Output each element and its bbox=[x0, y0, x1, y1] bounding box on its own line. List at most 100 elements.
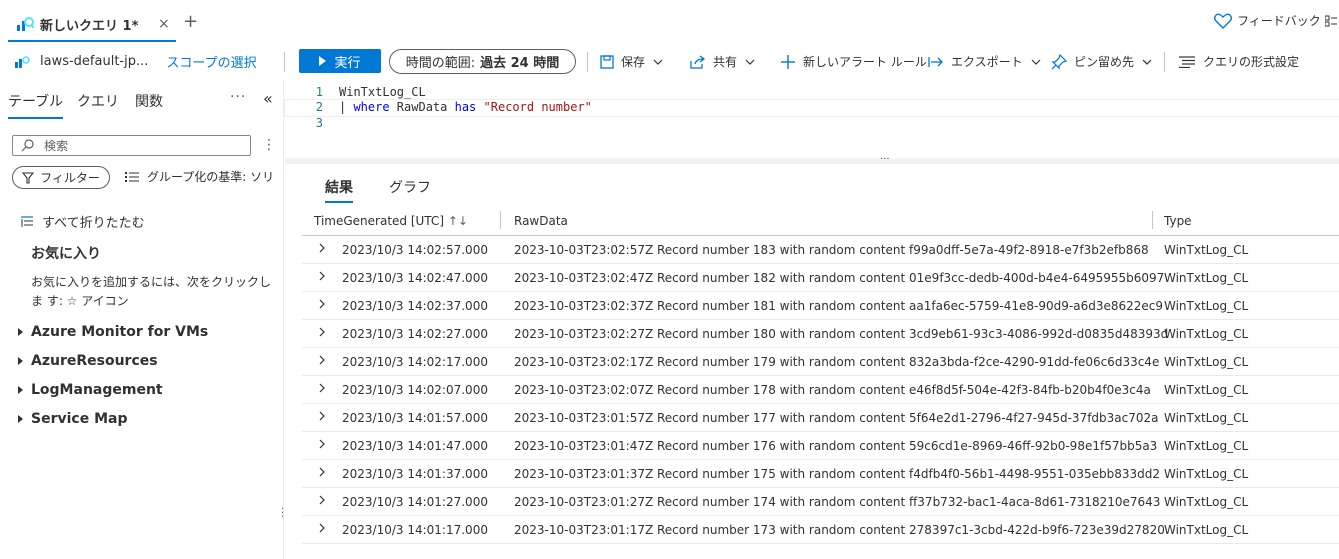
chevron-right-icon[interactable] bbox=[318, 326, 326, 338]
chevron-right-icon[interactable] bbox=[318, 382, 326, 394]
table-row[interactable]: 2023/10/3 14:01:57.000 2023-10-03T23:01:5… bbox=[302, 404, 1339, 432]
query-toolbar: laws-default-jp... スコープの選択 実行 時間の範囲: 過去 … bbox=[0, 44, 1339, 80]
collapse-sidebar-icon[interactable]: « bbox=[263, 89, 273, 108]
tab-tables[interactable]: テーブル bbox=[8, 91, 64, 119]
tree-item-label: Azure Monitor for VMs bbox=[31, 324, 209, 340]
table-row[interactable]: 2023/10/3 14:01:47.000 2023-10-03T23:01:4… bbox=[302, 432, 1339, 460]
tab-chart[interactable]: グラフ bbox=[389, 177, 431, 197]
chevron-down-icon bbox=[653, 59, 663, 65]
chevron-down-icon bbox=[745, 59, 755, 65]
workspace-icon bbox=[15, 55, 30, 68]
table-row[interactable]: 2023/10/3 14:02:07.000 2023-10-03T23:02:0… bbox=[302, 376, 1339, 404]
cell-rawdata: 2023-10-03T23:01:57Z Record number 177 w… bbox=[514, 411, 1159, 425]
table-row[interactable]: 2023/10/3 14:02:27.000 2023-10-03T23:02:2… bbox=[302, 320, 1339, 348]
search-options-icon[interactable]: ⋮ bbox=[262, 137, 276, 153]
cell-rawdata: 2023-10-03T23:02:57Z Record number 183 w… bbox=[514, 243, 1149, 257]
cell-type: WinTxtLog_CL bbox=[1164, 411, 1249, 425]
log-analytics-icon bbox=[17, 17, 34, 31]
column-resize-handle[interactable] bbox=[500, 211, 501, 229]
chevron-right-icon[interactable] bbox=[318, 354, 326, 366]
expand-caret-icon bbox=[18, 415, 23, 423]
column-header-rawdata[interactable]: RawData bbox=[514, 214, 568, 228]
chevron-right-icon[interactable] bbox=[318, 522, 326, 534]
cell-timegenerated: 2023/10/3 14:01:27.000 bbox=[342, 495, 488, 509]
cell-type: WinTxtLog_CL bbox=[1164, 439, 1249, 453]
table-row[interactable]: 2023/10/3 14:02:17.000 2023-10-03T23:02:1… bbox=[302, 348, 1339, 376]
editor-line: 3 bbox=[285, 116, 1339, 132]
tree-item-service-map[interactable]: Service Map bbox=[18, 411, 127, 427]
save-button[interactable]: 保存 bbox=[600, 53, 663, 70]
time-range-value: 過去 24 時間 bbox=[480, 56, 560, 71]
table-row[interactable]: 2023/10/3 14:02:57.000 2023-10-03T23:02:5… bbox=[302, 236, 1339, 264]
sidebar-resize-handle[interactable]: · · · bbox=[281, 505, 285, 523]
cell-type: WinTxtLog_CL bbox=[1164, 383, 1249, 397]
run-button[interactable]: 実行 bbox=[299, 49, 381, 73]
column-header-timegenerated[interactable]: TimeGenerated [UTC] ↑↓ bbox=[314, 214, 468, 228]
collapse-all-label: すべて折りたたむ bbox=[42, 216, 145, 231]
scope-selector[interactable]: laws-default-jp... スコープの選択 bbox=[14, 52, 257, 71]
group-by-button[interactable]: グループ化の基準: ソリュ- bbox=[125, 168, 275, 185]
cell-type: WinTxtLog_CL bbox=[1164, 467, 1249, 481]
chevron-right-icon[interactable] bbox=[318, 466, 326, 478]
table-row[interactable]: 2023/10/3 14:01:27.000 2023-10-03T23:01:2… bbox=[302, 488, 1339, 516]
column-resize-handle[interactable] bbox=[1152, 211, 1153, 229]
column-header-type[interactable]: Type bbox=[1164, 214, 1192, 228]
table-row[interactable]: 2023/10/3 14:02:47.000 2023-10-03T23:02:4… bbox=[302, 264, 1339, 292]
list-icon bbox=[125, 171, 139, 182]
tree-item-azure-resources[interactable]: AzureResources bbox=[18, 353, 158, 369]
sidebar-tabs: テーブル クエリ 関数 ··· « bbox=[0, 80, 284, 119]
editor-line: 1 WinTxtLog_CL bbox=[285, 85, 1339, 101]
format-query-button[interactable]: クエリの形式設定 bbox=[1178, 53, 1299, 70]
chevron-right-icon[interactable] bbox=[318, 494, 326, 506]
cell-timegenerated: 2023/10/3 14:02:37.000 bbox=[342, 299, 488, 313]
cell-timegenerated: 2023/10/3 14:02:27.000 bbox=[342, 327, 488, 341]
chevron-right-icon[interactable] bbox=[318, 242, 326, 254]
tab-queries[interactable]: クエリ bbox=[77, 91, 119, 111]
editor-results-splitter[interactable]: ··· bbox=[285, 154, 1339, 165]
line-number: 3 bbox=[315, 116, 323, 130]
filter-button[interactable]: フィルター bbox=[12, 166, 110, 189]
query-tab[interactable]: 新しいクエリ 1* × bbox=[8, 8, 176, 42]
settings-grid-icon[interactable] bbox=[1325, 15, 1337, 27]
collapse-all-button[interactable]: すべて折りたたむ bbox=[20, 212, 145, 231]
expand-caret-icon bbox=[18, 328, 23, 336]
sort-icon[interactable]: ↑↓ bbox=[448, 214, 468, 228]
tree-item-label: Service Map bbox=[31, 411, 128, 427]
query-editor[interactable]: 1 WinTxtLog_CL 2 | where RawData has "Re… bbox=[284, 80, 1339, 160]
select-scope-link[interactable]: スコープの選択 bbox=[166, 52, 256, 71]
tree-item-azure-monitor-vms[interactable]: Azure Monitor for VMs bbox=[18, 324, 208, 340]
add-tab-icon[interactable]: + bbox=[183, 13, 198, 31]
cell-timegenerated: 2023/10/3 14:01:47.000 bbox=[342, 439, 488, 453]
pin-to-label: ピン留め先 bbox=[1074, 55, 1135, 69]
share-button[interactable]: 共有 bbox=[690, 53, 755, 70]
feedback-button[interactable]: フィードバック bbox=[1214, 12, 1321, 29]
share-label: 共有 bbox=[713, 55, 738, 69]
table-row[interactable]: 2023/10/3 14:01:37.000 2023-10-03T23:01:3… bbox=[302, 460, 1339, 488]
line-code: WinTxtLog_CL bbox=[339, 85, 426, 101]
tab-close-icon[interactable]: × bbox=[158, 16, 170, 32]
chevron-down-icon bbox=[1142, 59, 1152, 65]
table-row[interactable]: 2023/10/3 14:01:17.000 2023-10-03T23:01:1… bbox=[302, 516, 1339, 544]
tab-results[interactable]: 結果 bbox=[325, 177, 353, 203]
chevron-right-icon[interactable] bbox=[318, 410, 326, 422]
tab-functions[interactable]: 関数 bbox=[135, 91, 163, 111]
search-icon bbox=[21, 139, 34, 152]
more-options-icon[interactable]: ··· bbox=[230, 89, 246, 105]
schema-search-input[interactable]: 検索 bbox=[12, 135, 251, 156]
cell-rawdata: 2023-10-03T23:01:37Z Record number 175 w… bbox=[514, 467, 1161, 481]
tree-item-log-management[interactable]: LogManagement bbox=[18, 382, 163, 398]
cell-type: WinTxtLog_CL bbox=[1164, 523, 1249, 537]
pin-to-button[interactable]: ピン留め先 bbox=[1051, 53, 1152, 70]
chevron-right-icon[interactable] bbox=[318, 438, 326, 450]
table-row[interactable]: 2023/10/3 14:02:37.000 2023-10-03T23:02:3… bbox=[302, 292, 1339, 320]
cell-rawdata: 2023-10-03T23:01:27Z Record number 174 w… bbox=[514, 495, 1161, 509]
editor-line: 2 | where RawData has "Record number" bbox=[284, 99, 1339, 117]
export-button[interactable]: エクスポート bbox=[928, 53, 1041, 70]
time-range-button[interactable]: 時間の範囲: 過去 24 時間 bbox=[389, 49, 576, 74]
chevron-right-icon[interactable] bbox=[318, 298, 326, 310]
chevron-down-icon bbox=[1031, 59, 1041, 65]
chevron-right-icon[interactable] bbox=[318, 270, 326, 282]
drag-handle-icon: ··· bbox=[880, 154, 890, 165]
new-alert-rule-button[interactable]: 新しいアラート ルール bbox=[780, 53, 927, 70]
